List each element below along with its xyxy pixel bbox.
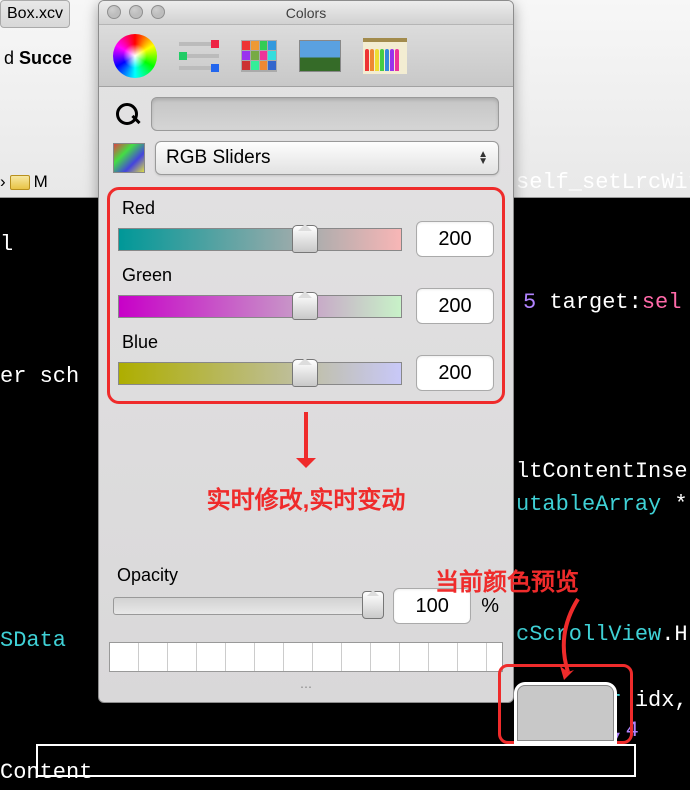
annotation-realtime: 实时修改,实时变动	[99, 480, 513, 515]
green-value-input[interactable]: 200	[416, 288, 494, 324]
red-value-input[interactable]: 200	[416, 221, 494, 257]
code-frag: 5	[523, 290, 536, 315]
code-frag: .H	[661, 622, 687, 647]
tab-label[interactable]: Box.xcv	[0, 0, 70, 28]
blue-slider[interactable]	[118, 362, 402, 385]
slider-mode-preview-icon	[113, 143, 145, 173]
color-preview-swatch[interactable]	[517, 685, 614, 741]
opacity-slider[interactable]	[113, 597, 383, 615]
close-icon[interactable]	[107, 5, 121, 19]
slider-mode-select[interactable]: RGB Sliders ▲▼	[155, 141, 499, 175]
code-frag: ltContentInse	[516, 459, 688, 484]
traffic-lights[interactable]	[107, 5, 165, 19]
slider-mode-label: RGB Sliders	[166, 147, 271, 169]
color-preview-box	[498, 664, 633, 744]
rgb-sliders-box: Red 200 Green 200 Blue 200	[107, 187, 505, 404]
green-slider[interactable]	[118, 295, 402, 318]
breadcrumb[interactable]: › M	[0, 172, 48, 192]
code-frag: l	[0, 232, 13, 257]
panel-title: Colors	[286, 5, 326, 21]
code-frag-right: self_setLrcWithD	[516, 170, 690, 195]
resize-grip-icon[interactable]: ⋯	[99, 680, 513, 702]
chevron-updown-icon: ▲▼	[478, 151, 488, 165]
code-frag: utableArray	[516, 492, 661, 517]
slider-thumb[interactable]	[292, 292, 318, 320]
color-mode-toolbar	[99, 25, 513, 87]
code-frag: er sch	[0, 364, 79, 389]
blue-value-input[interactable]: 200	[416, 355, 494, 391]
colors-panel: Colors RGB Sliders ▲▼ Red	[98, 0, 514, 703]
opacity-unit: %	[481, 595, 499, 618]
slider-thumb[interactable]	[362, 591, 384, 619]
annotation-preview: 当前颜色预览	[435, 562, 579, 597]
color-wheel-icon[interactable]	[113, 34, 157, 78]
annotation-arrow-icon	[304, 412, 308, 466]
zoom-icon[interactable]	[151, 5, 165, 19]
magnifier-icon[interactable]	[113, 100, 141, 128]
code-frag: sel	[642, 290, 682, 315]
minimize-icon[interactable]	[129, 5, 143, 19]
sliders-mode-icon[interactable]	[179, 40, 219, 72]
folder-icon	[10, 175, 30, 190]
panel-titlebar[interactable]: Colors	[99, 1, 513, 25]
image-mode-icon[interactable]	[299, 40, 341, 72]
palette-mode-icon[interactable]	[241, 40, 277, 72]
build-status: d Succe	[0, 42, 76, 75]
crayon-mode-icon[interactable]	[363, 38, 407, 74]
code-frag: SData	[0, 628, 66, 653]
color-search-field[interactable]	[151, 97, 499, 131]
red-slider[interactable]	[118, 228, 402, 251]
swatch-strip[interactable]	[109, 642, 503, 672]
slider-thumb[interactable]	[292, 359, 318, 387]
code-frag: target:	[536, 290, 642, 315]
slider-thumb[interactable]	[292, 225, 318, 253]
code-selection-highlight	[36, 744, 636, 777]
